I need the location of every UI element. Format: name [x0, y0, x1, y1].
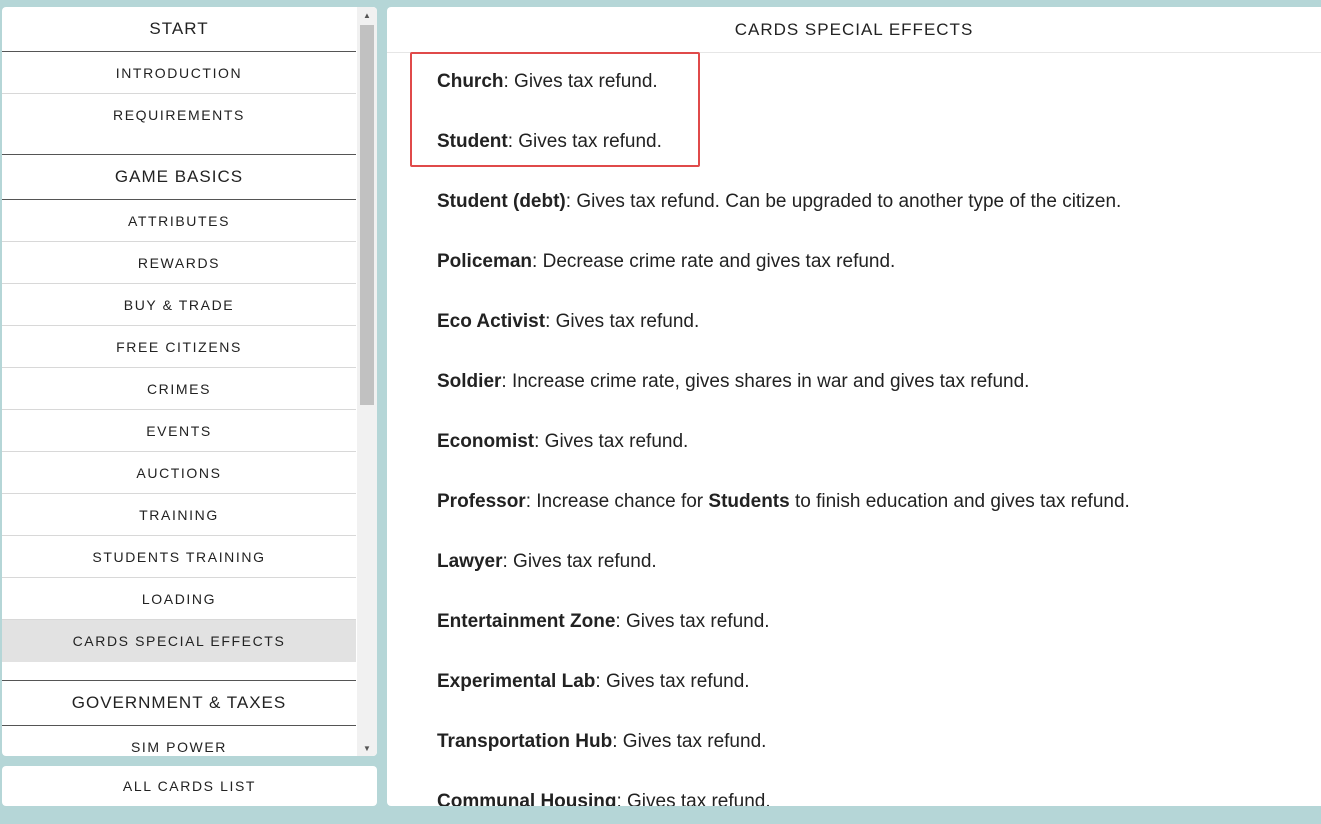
effect-item-policeman: Policeman: Decrease crime rate and gives… — [437, 250, 1130, 310]
effect-item-student-debt: Student (debt): Gives tax refund. Can be… — [437, 190, 1130, 250]
effect-item-entertainment-zone: Entertainment Zone: Gives tax refund. — [437, 610, 1130, 670]
section-header-game-basics[interactable]: GAME BASICS — [2, 155, 356, 200]
effect-description: : Gives tax refund. — [545, 311, 700, 332]
scroll-down-arrow-icon[interactable]: ▼ — [357, 740, 377, 756]
sidebar-item-requirements[interactable]: REQUIREMENTS — [2, 94, 356, 136]
effect-name: Entertainment Zone — [437, 611, 616, 632]
effect-name: Communal Housing — [437, 791, 617, 806]
effect-description: : Increase crime rate, gives shares in w… — [501, 371, 1030, 392]
sidebar-item-auctions[interactable]: AUCTIONS — [2, 452, 356, 494]
effect-name: Lawyer — [437, 551, 503, 572]
effect-item-economist: Economist: Gives tax refund. — [437, 430, 1130, 490]
scroll-thumb[interactable] — [360, 25, 374, 405]
effect-item-transportation-hub: Transportation Hub: Gives tax refund. — [437, 730, 1130, 790]
effect-description: : Gives tax refund. — [503, 71, 658, 92]
effect-name: Transportation Hub — [437, 731, 613, 752]
effect-description: : Gives tax refund. — [507, 131, 662, 152]
effect-name: Student — [437, 131, 508, 152]
effect-description: : Gives tax refund. — [616, 791, 771, 806]
effect-name: Policeman — [437, 251, 533, 272]
effect-item-soldier: Soldier: Increase crime rate, gives shar… — [437, 370, 1130, 430]
effects-list: Church: Gives tax refund. Student: Gives… — [437, 70, 1130, 806]
sidebar-item-cards-special-effects[interactable]: CARDS SPECIAL EFFECTS — [2, 620, 356, 662]
sidebar-item-introduction[interactable]: INTRODUCTION — [2, 52, 356, 94]
effect-item-lawyer: Lawyer: Gives tax refund. — [437, 550, 1130, 610]
section-header-start[interactable]: START — [2, 7, 356, 52]
effect-name: Soldier — [437, 371, 502, 392]
effect-description: : Gives tax refund. — [595, 671, 750, 692]
sidebar: START INTRODUCTION REQUIREMENTS GAME BAS… — [2, 7, 377, 756]
effect-description: : Decrease crime rate and gives tax refu… — [532, 251, 896, 272]
effect-item-experimental-lab: Experimental Lab: Gives tax refund. — [437, 670, 1130, 730]
sidebar-item-attributes[interactable]: ATTRIBUTES — [2, 200, 356, 242]
sidebar-item-free-citizens[interactable]: FREE CITIZENS — [2, 326, 356, 368]
effect-name: Experimental Lab — [437, 671, 596, 692]
main-content: CARDS SPECIAL EFFECTS Church: Gives tax … — [387, 7, 1321, 806]
page-title: CARDS SPECIAL EFFECTS — [387, 7, 1321, 53]
effect-highlight-word: Students — [708, 491, 790, 512]
section-divider — [2, 662, 356, 681]
sidebar-item-events[interactable]: EVENTS — [2, 410, 356, 452]
sidebar-nav: START INTRODUCTION REQUIREMENTS GAME BAS… — [2, 7, 356, 756]
sidebar-item-sim-power[interactable]: SIM POWER — [2, 726, 356, 756]
sidebar-item-crimes[interactable]: CRIMES — [2, 368, 356, 410]
sidebar-scrollbar[interactable]: ▲ ▼ — [357, 7, 377, 756]
effect-item-student: Student: Gives tax refund. — [437, 130, 1130, 190]
effect-description: : Gives tax refund. — [502, 551, 657, 572]
sidebar-item-loading[interactable]: LOADING — [2, 578, 356, 620]
effect-description: : Increase chance for — [525, 491, 709, 512]
sidebar-item-students-training[interactable]: STUDENTS TRAINING — [2, 536, 356, 578]
scroll-up-arrow-icon[interactable]: ▲ — [357, 7, 377, 23]
sidebar-item-buy-trade[interactable]: BUY & TRADE — [2, 284, 356, 326]
effect-description: : Gives tax refund. — [534, 431, 689, 452]
effect-name: Professor — [437, 491, 526, 512]
effect-item-eco-activist: Eco Activist: Gives tax refund. — [437, 310, 1130, 370]
effect-item-professor: Professor: Increase chance for Students … — [437, 490, 1130, 550]
all-cards-list-button[interactable]: ALL CARDS LIST — [2, 766, 377, 806]
effect-description: : Gives tax refund. Can be upgraded to a… — [565, 191, 1122, 212]
effect-item-church: Church: Gives tax refund. — [437, 70, 1130, 130]
effect-item-communal-housing: Communal Housing: Gives tax refund. — [437, 790, 1130, 806]
effect-description: to finish education and gives tax refund… — [789, 491, 1130, 512]
section-header-government-taxes[interactable]: GOVERNMENT & TAXES — [2, 681, 356, 726]
effect-description: : Gives tax refund. — [612, 731, 767, 752]
effect-name: Economist — [437, 431, 535, 452]
effect-name: Eco Activist — [437, 311, 546, 332]
effect-name: Church — [437, 71, 504, 92]
effect-name: Student (debt) — [437, 191, 566, 212]
section-divider — [2, 136, 356, 155]
effect-description: : Gives tax refund. — [615, 611, 770, 632]
sidebar-item-training[interactable]: TRAINING — [2, 494, 356, 536]
sidebar-item-rewards[interactable]: REWARDS — [2, 242, 356, 284]
